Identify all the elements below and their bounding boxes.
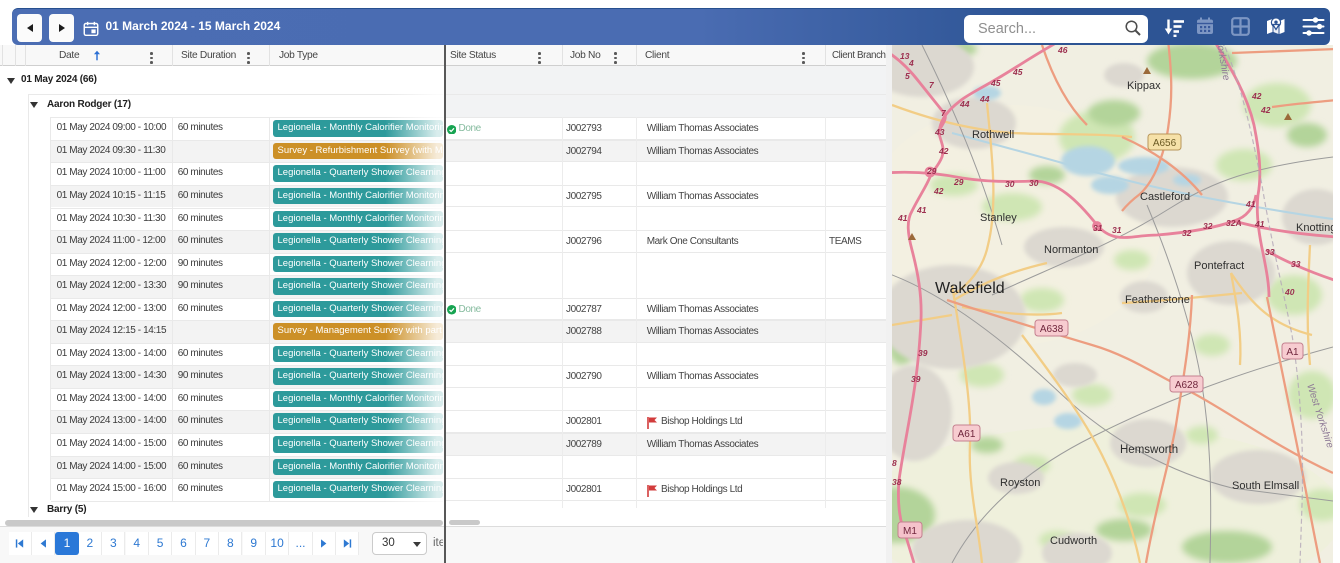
svg-text:M1: M1 bbox=[903, 526, 917, 537]
svg-text:38: 38 bbox=[892, 477, 902, 487]
svg-text:33: 33 bbox=[1265, 247, 1275, 257]
svg-text:4: 4 bbox=[908, 58, 914, 68]
svg-text:South Elmsall: South Elmsall bbox=[1232, 480, 1299, 492]
svg-text:41: 41 bbox=[1245, 199, 1256, 209]
svg-text:42: 42 bbox=[1251, 91, 1262, 101]
svg-text:40: 40 bbox=[1284, 287, 1295, 297]
svg-text:Featherstone: Featherstone bbox=[1125, 294, 1190, 306]
svg-text:Castleford: Castleford bbox=[1140, 191, 1190, 203]
svg-text:5: 5 bbox=[905, 71, 910, 81]
svg-text:31: 31 bbox=[1112, 225, 1122, 235]
svg-text:Pontefract: Pontefract bbox=[1194, 260, 1244, 272]
svg-text:32A: 32A bbox=[1226, 218, 1242, 228]
svg-text:29: 29 bbox=[953, 177, 964, 187]
svg-text:A638: A638 bbox=[1040, 324, 1064, 335]
svg-text:44: 44 bbox=[959, 99, 970, 109]
svg-text:33: 33 bbox=[1291, 259, 1301, 269]
svg-text:32: 32 bbox=[1203, 221, 1213, 231]
svg-text:Royston: Royston bbox=[1000, 477, 1040, 489]
svg-text:41: 41 bbox=[897, 213, 908, 223]
svg-text:32: 32 bbox=[1182, 228, 1192, 238]
svg-text:42: 42 bbox=[938, 146, 949, 156]
svg-text:A61: A61 bbox=[958, 429, 976, 440]
svg-text:Cudworth: Cudworth bbox=[1050, 535, 1097, 547]
svg-text:Knottingley: Knottingley bbox=[1296, 222, 1333, 234]
svg-text:46: 46 bbox=[1057, 45, 1068, 55]
svg-text:30: 30 bbox=[1029, 178, 1039, 188]
svg-text:8: 8 bbox=[892, 458, 897, 468]
svg-text:45: 45 bbox=[990, 78, 1001, 88]
svg-text:A1: A1 bbox=[1286, 347, 1299, 358]
svg-text:Hemsworth: Hemsworth bbox=[1120, 444, 1178, 456]
svg-text:39: 39 bbox=[918, 348, 928, 358]
svg-text:Kippax: Kippax bbox=[1127, 80, 1161, 92]
svg-text:31: 31 bbox=[1093, 223, 1103, 233]
svg-text:44: 44 bbox=[979, 94, 990, 104]
svg-text:Rothwell: Rothwell bbox=[972, 129, 1014, 141]
svg-text:41: 41 bbox=[1254, 219, 1265, 229]
svg-text:A628: A628 bbox=[1175, 380, 1199, 391]
svg-text:43: 43 bbox=[934, 127, 945, 137]
svg-text:29: 29 bbox=[926, 166, 937, 176]
svg-text:Wakefield: Wakefield bbox=[935, 280, 1005, 297]
svg-text:30: 30 bbox=[1005, 179, 1015, 189]
svg-text:42: 42 bbox=[1260, 105, 1271, 115]
svg-text:Normanton: Normanton bbox=[1044, 244, 1098, 256]
svg-text:39: 39 bbox=[911, 374, 921, 384]
svg-text:42: 42 bbox=[933, 186, 944, 196]
svg-text:A656: A656 bbox=[1153, 138, 1177, 149]
svg-text:Stanley: Stanley bbox=[980, 212, 1017, 224]
svg-text:45: 45 bbox=[1012, 67, 1023, 77]
svg-text:41: 41 bbox=[916, 205, 927, 215]
